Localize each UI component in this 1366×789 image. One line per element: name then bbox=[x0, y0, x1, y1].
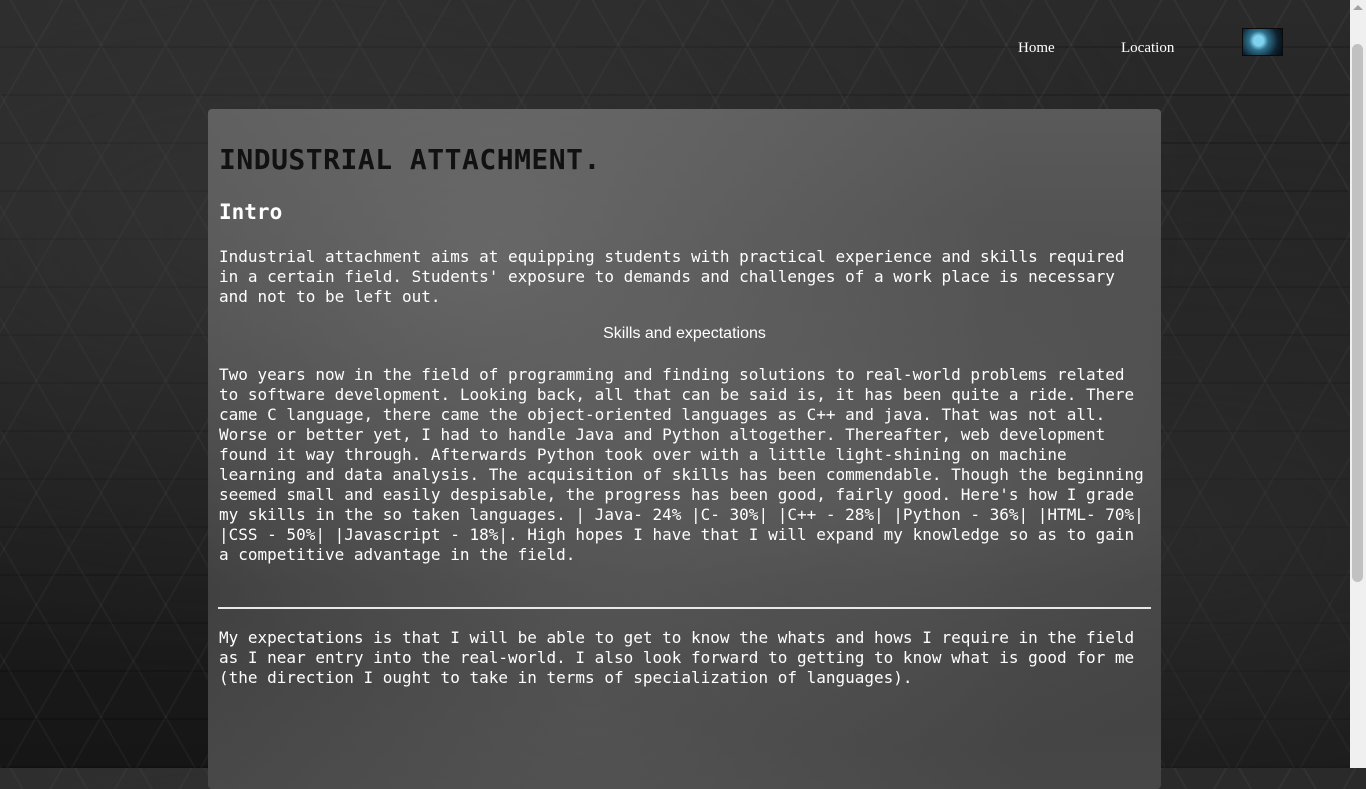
main-content-panel: INDUSTRIAL ATTACHMENT. Intro Industrial … bbox=[208, 109, 1161, 789]
skills-paragraph: Two years now in the field of programmin… bbox=[219, 365, 1144, 564]
section-divider bbox=[218, 607, 1151, 609]
intro-paragraph: Industrial attachment aims at equipping … bbox=[219, 247, 1125, 306]
scroll-up-arrow-icon[interactable] bbox=[1353, 5, 1363, 10]
page-title: INDUSTRIAL ATTACHMENT. bbox=[219, 143, 601, 176]
nav-home-link[interactable]: Home bbox=[1018, 40, 1055, 57]
intro-heading: Intro bbox=[219, 200, 283, 224]
top-navigation: Home Location bbox=[0, 0, 1350, 100]
profile-image-icon[interactable] bbox=[1242, 28, 1283, 56]
scrollbar-thumb[interactable] bbox=[1352, 44, 1363, 582]
page-scrollbar[interactable] bbox=[1350, 0, 1366, 768]
nav-location-link[interactable]: Location bbox=[1121, 40, 1174, 57]
expectations-paragraph: My expectations is that I will be able t… bbox=[219, 628, 1135, 687]
skills-heading: Skills and expectations bbox=[603, 325, 766, 342]
